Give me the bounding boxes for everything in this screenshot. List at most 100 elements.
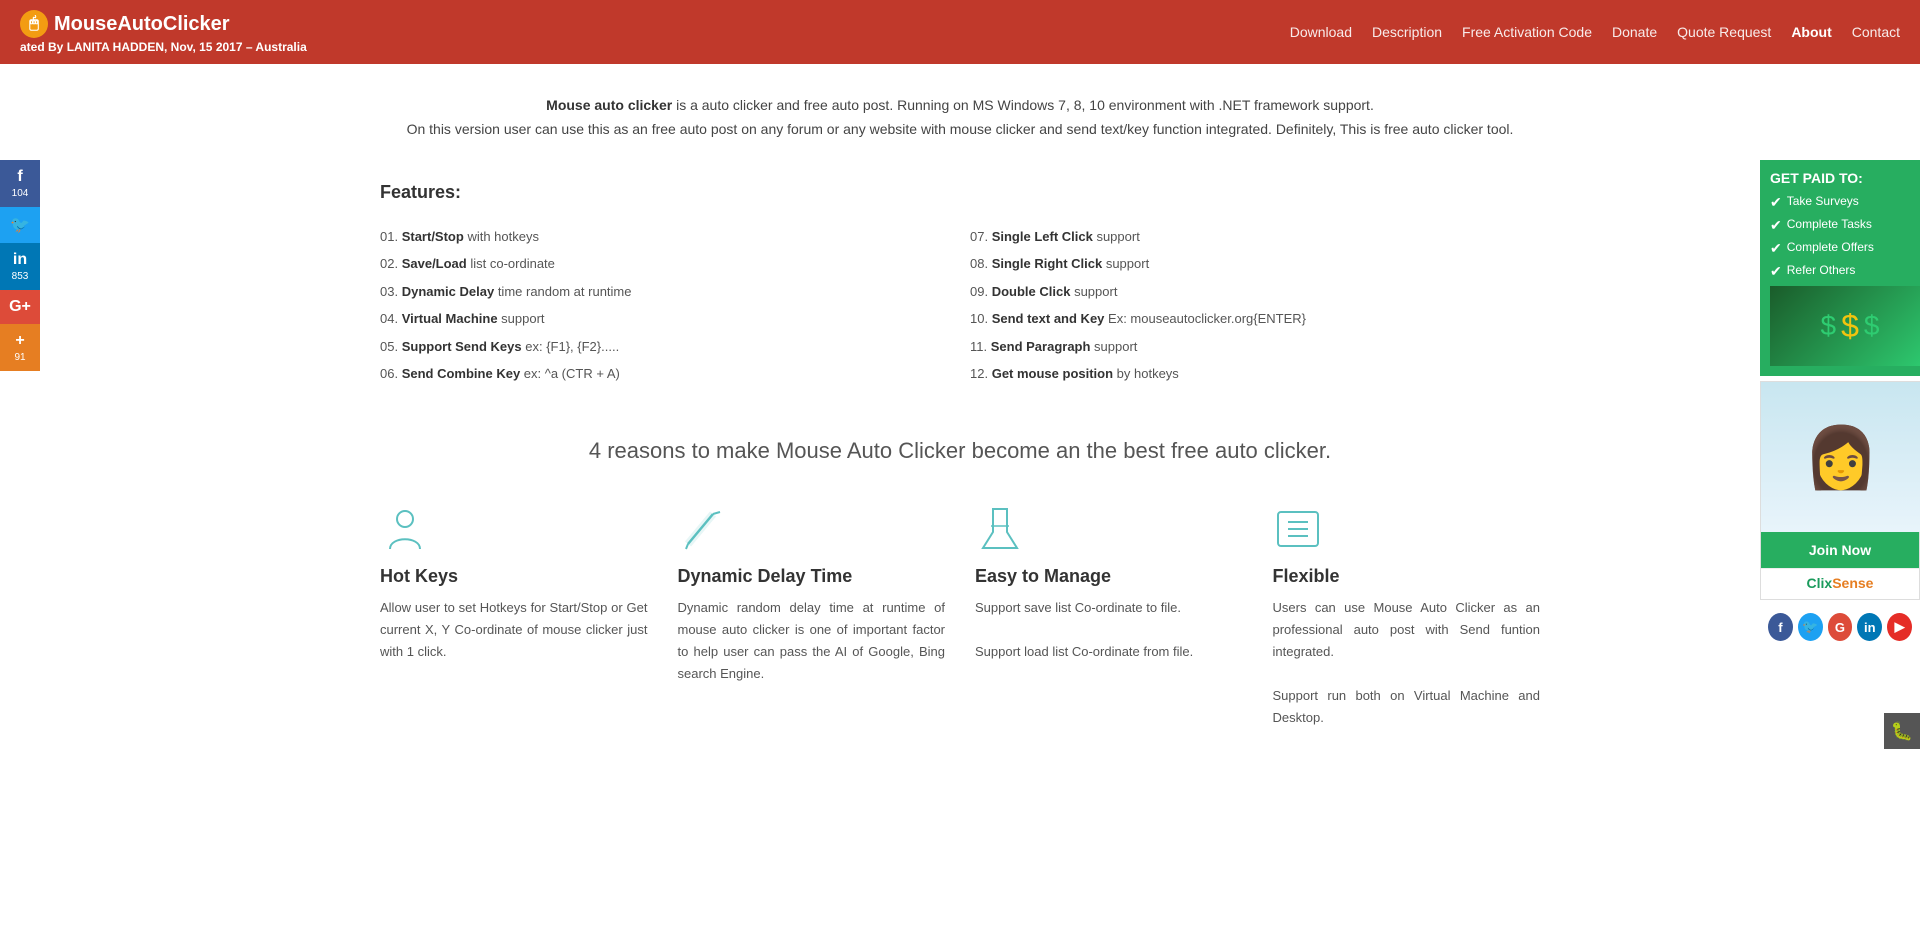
ad-box: GET PAID TO: ✔ Take Surveys ✔ Complete T… [1760,160,1920,376]
clixsense-box: 👩 Join Now ClixSense [1760,381,1920,600]
feature-4: 04. Virtual Machine support [380,305,950,333]
flexible-text: Users can use Mouse Auto Clicker as an p… [1273,597,1541,730]
reason-manage: Easy to Manage Support save list Co-ordi… [975,504,1243,730]
main-content: Mouse auto clicker is a auto clicker and… [360,64,1560,759]
person-icon [380,504,430,554]
person-emoji: 👩 [1804,422,1879,493]
reasons-grid: Hot Keys Allow user to set Hotkeys for S… [380,504,1540,730]
feature-9: 09. Double Click support [970,278,1540,306]
feature-3: 03. Dynamic Delay time random at runtime [380,278,950,306]
nav-about[interactable]: About [1791,24,1831,40]
yt-circle[interactable]: ▶ [1887,613,1912,641]
check-icon-2: ✔ [1770,217,1782,234]
feature-2: 02. Save/Load list co-ordinate [380,250,950,278]
clixsense-logo: ClixSense [1761,568,1919,599]
reason-delay: Dynamic Delay Time Dynamic random delay … [678,504,946,730]
money-image: $ $ $ [1770,286,1920,366]
reason-hotkeys: Hot Keys Allow user to set Hotkeys for S… [380,504,648,730]
reasons-title: 4 reasons to make Mouse Auto Clicker bec… [380,438,1540,464]
header: 🖱 MouseAutoClicker ated By LANITA HADDEN… [0,0,1920,64]
clix-brand: Clix [1807,575,1833,591]
logo-icon: 🖱 [20,10,48,38]
logo-text: MouseAutoClicker [54,13,230,36]
intro-text-2: On this version user can use this as an … [380,118,1540,142]
feature-8: 08. Single Right Click support [970,250,1540,278]
ad-item-offers-label: Complete Offers [1787,240,1874,254]
nav-contact[interactable]: Contact [1852,24,1900,40]
linkedin-count: 853 [12,271,29,282]
li-circle[interactable]: in [1857,613,1882,641]
facebook-share-button[interactable]: f 104 [0,160,40,207]
ad-item-refer: ✔ Refer Others [1770,263,1910,280]
features-grid: 01. Start/Stop with hotkeys 02. Save/Loa… [380,223,1540,388]
header-left: 🖱 MouseAutoClicker ated By LANITA HADDEN… [20,10,307,54]
ad-item-tasks-label: Complete Tasks [1787,217,1872,231]
feature-1: 01. Start/Stop with hotkeys [380,223,950,251]
ad-item-surveys-label: Take Surveys [1787,194,1859,208]
features-title: Features: [380,182,1540,203]
plus-share-button[interactable]: + 91 [0,324,40,371]
googleplus-share-button[interactable]: G+ [0,290,40,324]
intro-text-1: is a auto clicker and free auto post. Ru… [672,97,1374,113]
dollar-icon-1: $ [1821,310,1837,342]
ad-item-surveys: ✔ Take Surveys [1770,194,1910,211]
flask-icon [975,504,1025,554]
intro-text: Mouse auto clicker is a auto clicker and… [380,94,1540,142]
twitter-share-button[interactable]: 🐦 [0,207,40,243]
main-nav: Download Description Free Activation Cod… [1290,24,1900,40]
delay-title: Dynamic Delay Time [678,566,946,587]
flexible-title: Flexible [1273,566,1541,587]
feature-10: 10. Send text and Key Ex: mouseautoclick… [970,305,1540,333]
pencil-icon [678,504,728,554]
woman-image: 👩 [1761,382,1920,532]
reasons-section: 4 reasons to make Mouse Auto Clicker bec… [380,438,1540,730]
feature-11: 11. Send Paragraph support [970,333,1540,361]
facebook-count: 104 [12,188,29,199]
nav-description[interactable]: Description [1372,24,1442,40]
features-right: 07. Single Left Click support 08. Single… [970,223,1540,388]
twitter-icon: 🐦 [10,215,30,235]
features-left: 01. Start/Stop with hotkeys 02. Save/Loa… [380,223,950,388]
bug-icon[interactable]: 🐛 [1884,713,1920,749]
delay-text: Dynamic random delay time at runtime of … [678,597,946,685]
facebook-icon: f [17,168,22,186]
feature-5: 05. Support Send Keys ex: {F1}, {F2}....… [380,333,950,361]
gp-circle[interactable]: G [1828,613,1853,641]
features-section: Features: 01. Start/Stop with hotkeys 02… [380,182,1540,388]
nav-activation[interactable]: Free Activation Code [1462,24,1592,40]
check-icon-4: ✔ [1770,263,1782,280]
ad-item-refer-label: Refer Others [1787,263,1856,277]
join-now-button[interactable]: Join Now [1761,532,1919,568]
linkedin-share-button[interactable]: in 853 [0,243,40,290]
nav-quote[interactable]: Quote Request [1677,24,1771,40]
manage-text: Support save list Co-ordinate to file.Su… [975,597,1243,663]
feature-7: 07. Single Left Click support [970,223,1540,251]
hotkeys-title: Hot Keys [380,566,648,587]
manage-title: Easy to Manage [975,566,1243,587]
feature-6: 06. Send Combine Key ex: ^a (CTR + A) [380,360,950,388]
check-icon-3: ✔ [1770,240,1782,257]
social-bottom-row: f 🐦 G in ▶ [1760,605,1920,649]
ad-item-offers: ✔ Complete Offers [1770,240,1910,257]
ad-title: GET PAID TO: [1770,170,1910,186]
hotkeys-text: Allow user to set Hotkeys for Start/Stop… [380,597,648,663]
logo[interactable]: 🖱 MouseAutoClicker [20,10,307,38]
sense-brand: Sense [1832,575,1873,591]
plus-icon: + [15,332,24,350]
googleplus-icon: G+ [9,298,31,316]
feature-12: 12. Get mouse position by hotkeys [970,360,1540,388]
ad-item-tasks: ✔ Complete Tasks [1770,217,1910,234]
fb-circle[interactable]: f [1768,613,1793,641]
plus-count: 91 [14,352,25,363]
reason-flexible: Flexible Users can use Mouse Auto Clicke… [1273,504,1541,730]
dollar-icon-3: $ [1864,310,1880,342]
right-sidebar: GET PAID TO: ✔ Take Surveys ✔ Complete T… [1760,160,1920,649]
bars-icon [1273,504,1323,554]
tw-circle[interactable]: 🐦 [1798,613,1823,641]
dollar-icon-2: $ [1841,308,1859,345]
nav-download[interactable]: Download [1290,24,1352,40]
check-icon-1: ✔ [1770,194,1782,211]
linkedin-icon: in [13,251,27,269]
intro-bold: Mouse auto clicker [546,97,672,113]
nav-donate[interactable]: Donate [1612,24,1657,40]
